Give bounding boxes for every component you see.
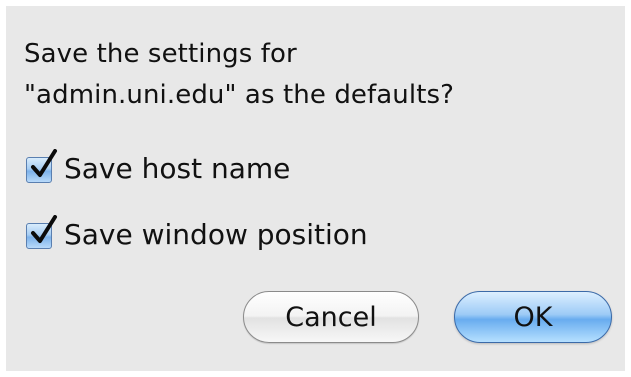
save-window-position-option[interactable]: Save window position xyxy=(26,215,368,253)
cancel-button[interactable]: Cancel xyxy=(243,291,419,343)
prompt-line-2: "admin.uni.edu" as the defaults? xyxy=(24,80,455,110)
save-host-name-checkbox[interactable] xyxy=(26,149,57,183)
checkmark-icon xyxy=(31,149,57,177)
save-host-name-label: Save host name xyxy=(64,151,291,185)
ok-button[interactable]: OK xyxy=(454,291,612,343)
save-host-name-option[interactable]: Save host name xyxy=(26,149,290,187)
checkmark-icon xyxy=(31,215,57,243)
save-window-position-checkbox[interactable] xyxy=(26,215,57,249)
dialog-prompt: Save the settings for "admin.uni.edu" as… xyxy=(24,34,454,116)
save-window-position-label: Save window position xyxy=(64,217,368,251)
prompt-line-1: Save the settings for xyxy=(24,39,297,69)
save-defaults-dialog: Save the settings for "admin.uni.edu" as… xyxy=(6,6,625,371)
